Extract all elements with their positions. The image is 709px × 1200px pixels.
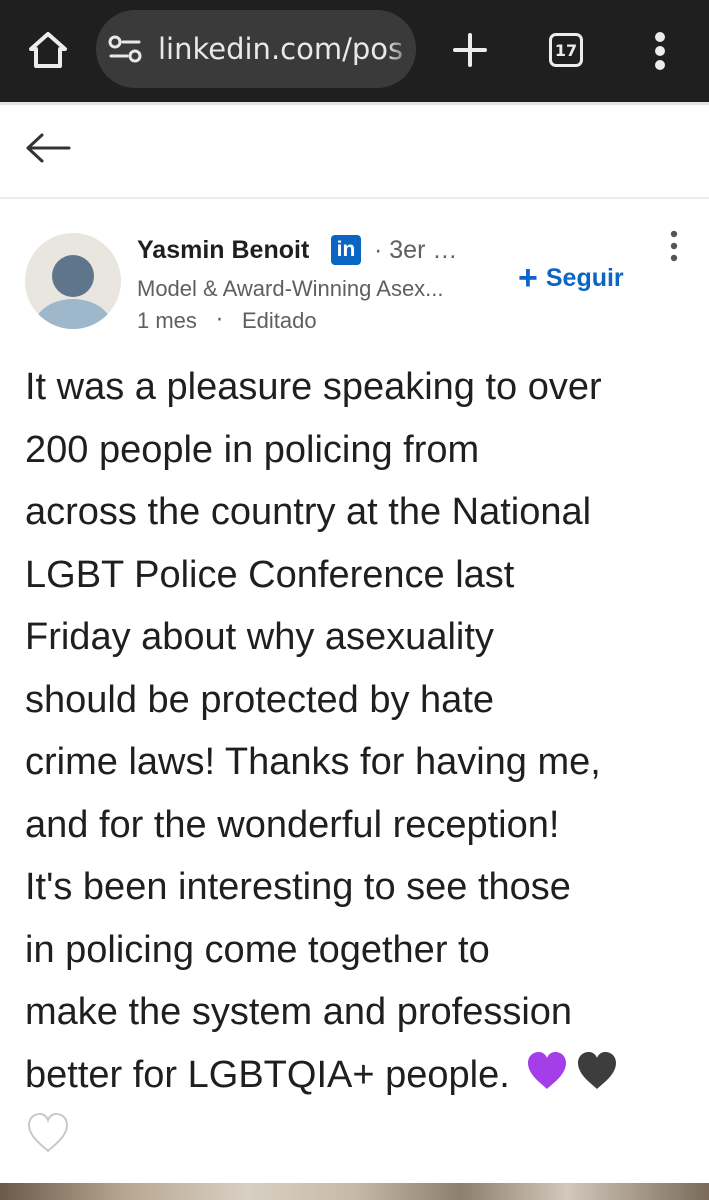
browser-toolbar: linkedin.com/pos 17 [0,0,709,102]
post-text-line: should be protected by hate [25,678,495,721]
vertical-dots-icon [655,32,665,70]
address-bar[interactable]: linkedin.com/pos [96,10,416,88]
black-heart-icon [578,1051,617,1089]
post-text-line: It's been interesting to see those [25,866,571,908]
post-text-line: 200 people in policing from [25,428,480,471]
tab-switcher-button[interactable]: 17 [549,33,583,67]
post-text-line: across the country at the National [25,491,592,533]
post-text-line: better for LGBTQIA+ people. [25,1053,510,1096]
post-text: It was a pleasure speaking to over 200 p… [25,356,689,1169]
plus-icon: + [518,259,538,297]
meta-separator: · [216,308,223,333]
purple-heart-icon [528,1051,567,1089]
post-time: 1 mes [137,308,197,333]
post-text-line: crime laws! Thanks for having me, [25,741,601,783]
post-text-line: Friday about why asexuality [25,616,494,658]
author-name[interactable]: Yasmin Benoit [137,230,309,270]
avatar[interactable] [25,233,121,329]
post-text-line-hearts: better for LGBTQIA+ people. [25,1044,689,1107]
home-button[interactable] [22,24,74,76]
back-button[interactable] [22,124,74,172]
avatar-shoulders [33,299,113,329]
vertical-dots-icon [670,230,678,262]
post-text-line: make the system and profession [25,991,573,1033]
plus-icon [453,33,487,67]
url-text[interactable]: linkedin.com/pos [158,10,403,88]
author-headline: Model & Award-Winning Asex... [137,276,444,301]
white-heart-icon [27,1112,69,1153]
tune-icon[interactable] [108,34,142,64]
post-text-line: LGBT Police Conference last [25,553,515,596]
url-fade [386,10,416,88]
arrow-left-icon [26,133,71,163]
follow-button[interactable]: + Seguir [518,258,624,298]
header-divider [0,197,709,199]
post-menu-button[interactable] [660,226,688,266]
toolbar-divider [0,102,709,105]
linkedin-badge-icon: in [331,235,361,265]
post-text-line-white-heart [25,1106,689,1169]
avatar-head [52,255,94,297]
connection-degree: · 3er … [374,236,458,264]
post-text-line: in policing come together to [25,928,490,971]
edited-label: Editado [242,308,317,333]
post-text-line: and for the wonderful reception! [25,803,560,846]
post-image-preview[interactable] [0,1183,709,1200]
new-tab-button[interactable] [446,26,494,74]
home-icon [29,32,67,68]
post-text-line: It was a pleasure speaking to over [25,366,602,408]
follow-label: Seguir [545,263,624,292]
browser-menu-button[interactable] [640,26,680,76]
